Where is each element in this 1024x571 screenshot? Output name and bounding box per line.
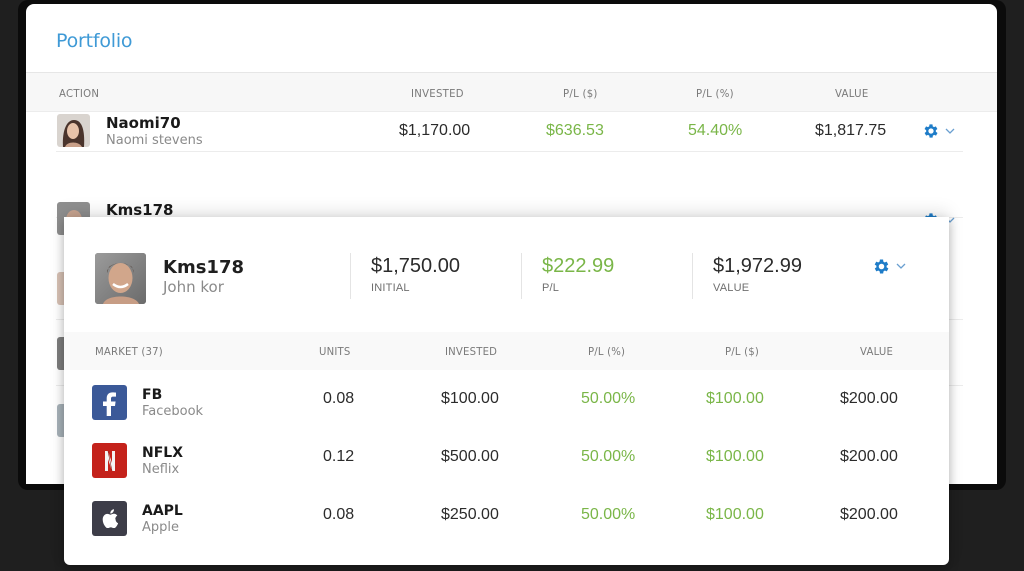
column-header-invested[interactable]: INVESTED [445, 345, 497, 358]
stat-label: INITIAL [371, 282, 410, 294]
market-symbol[interactable]: NFLX [142, 445, 183, 461]
market-name: Facebook [142, 404, 204, 419]
total-value: $1,817.75 [815, 122, 887, 139]
pl-percent-value: 50.00% [581, 506, 636, 523]
stat-pl: $222.99 P/L [521, 253, 614, 299]
invested-value: $100.00 [441, 390, 499, 407]
avatar [57, 114, 90, 147]
facebook-logo-icon [92, 385, 127, 420]
username[interactable]: Naomi70 [106, 114, 181, 132]
market-symbol[interactable]: FB [142, 387, 162, 403]
invested-value: $1,170.00 [399, 122, 471, 139]
units-value: 0.08 [323, 506, 355, 523]
pl-percent-value: 50.00% [581, 448, 636, 465]
column-header-value[interactable]: VALUE [860, 345, 893, 358]
pl-percent-value: 50.00% [581, 390, 636, 407]
apple-logo-icon [92, 501, 127, 536]
stat-label: VALUE [713, 282, 750, 294]
market-row[interactable]: FB Facebook 0.08 $100.00 50.00% $100.00 … [64, 385, 949, 441]
units-value: 0.12 [323, 448, 355, 465]
market-row[interactable]: NFLX Neflix 0.12 $500.00 50.00% $100.00 … [64, 443, 949, 499]
netflix-logo-icon [92, 443, 127, 478]
stat-value: $222.99 [542, 255, 615, 277]
full-name: Naomi stevens [106, 133, 203, 148]
pl-dollar-value: $100.00 [706, 506, 764, 523]
username: Kms178 [163, 257, 244, 278]
pl-dollar-value: $100.00 [706, 390, 764, 407]
avatar [95, 253, 146, 304]
stat-value: $1,972.99 [713, 255, 802, 277]
total-value: $200.00 [840, 506, 898, 523]
column-header-pl-percent[interactable]: P/L (%) [588, 345, 625, 358]
table-row[interactable]: Kms178 [56, 152, 963, 235]
table-row[interactable]: Naomi70 Naomi stevens $1,170.00 $636.53 … [56, 84, 963, 152]
chevron-down-icon [896, 263, 906, 270]
pl-dollar-value: $636.53 [546, 122, 604, 139]
full-name: John kor [163, 278, 224, 296]
units-value: 0.08 [323, 390, 355, 407]
gear-icon [922, 122, 940, 140]
account-details-popup: Kms178 John kor $1,750.00 INITIAL $222.9… [64, 217, 949, 565]
invested-value: $500.00 [441, 448, 499, 465]
pl-dollar-value: $100.00 [706, 448, 764, 465]
chevron-down-icon [945, 128, 955, 135]
column-header-market[interactable]: MARKET (37) [95, 345, 163, 358]
column-header-units[interactable]: UNITS [319, 345, 350, 358]
gear-icon [872, 257, 891, 276]
market-table-header: MARKET (37) UNITS INVESTED P/L (%) P/L (… [64, 332, 949, 370]
market-row[interactable]: AAPL Apple 0.08 $250.00 50.00% $100.00 $… [64, 501, 949, 557]
stat-value: $1,750.00 [371, 255, 460, 277]
market-symbol[interactable]: AAPL [142, 503, 183, 519]
invested-value: $250.00 [441, 506, 499, 523]
row-settings-button[interactable] [922, 122, 955, 140]
total-value: $200.00 [840, 390, 898, 407]
popup-settings-button[interactable] [872, 257, 906, 276]
total-value: $200.00 [840, 448, 898, 465]
pl-percent-value: 54.40% [688, 122, 743, 139]
column-header-pl-dollar[interactable]: P/L ($) [725, 345, 759, 358]
market-name: Apple [142, 520, 180, 535]
stat-initial: $1,750.00 INITIAL [350, 253, 460, 299]
stat-value-total: $1,972.99 VALUE [692, 253, 802, 299]
stat-label: P/L [542, 282, 560, 294]
market-name: Neflix [142, 462, 180, 477]
page-title: Portfolio [56, 30, 133, 52]
